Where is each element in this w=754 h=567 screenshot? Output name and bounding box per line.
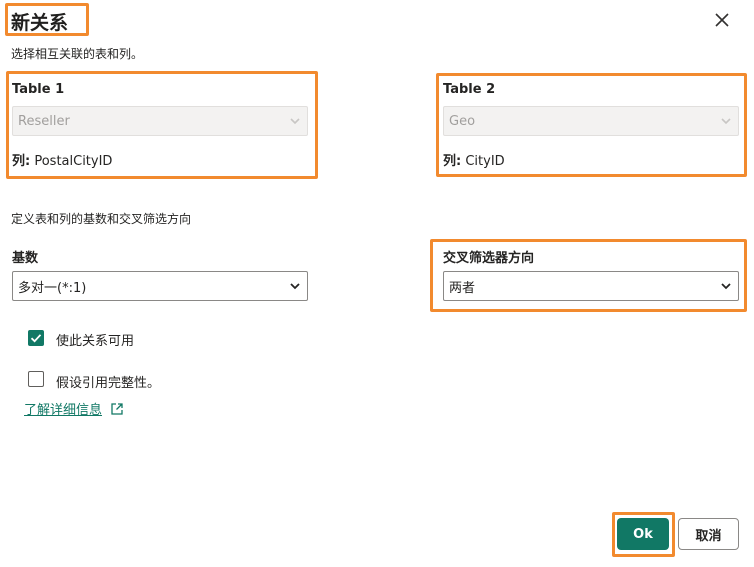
chevron-down-icon xyxy=(290,283,300,290)
table1-column-label: 列: xyxy=(12,154,31,169)
table1-selected-value: Reseller xyxy=(18,113,70,129)
crossfilter-selected-value: 两者 xyxy=(449,280,476,296)
ok-button[interactable]: Ok xyxy=(617,518,669,550)
table2-column: 列: CityID xyxy=(443,150,505,169)
cardinality-selected-value: 多对一(*:1) xyxy=(18,280,87,296)
table1-select[interactable]: Reseller xyxy=(12,106,308,136)
table2-column-label: 列: xyxy=(443,154,462,169)
section-description: 定义表和列的基数和交叉筛选方向 xyxy=(11,212,192,226)
cardinality-label: 基数 xyxy=(12,251,39,266)
crossfilter-label: 交叉筛选器方向 xyxy=(443,251,535,266)
chevron-down-icon xyxy=(721,118,731,125)
chevron-down-icon xyxy=(290,118,300,125)
activate-checkbox[interactable] xyxy=(28,330,44,346)
table1-heading: Table 1 xyxy=(12,82,65,97)
table2-selected-value: Geo xyxy=(449,113,476,129)
dialog-title: 新关系 xyxy=(11,12,69,34)
table1-column-value: PostalCityID xyxy=(34,154,113,169)
cancel-label: 取消 xyxy=(695,528,722,544)
table1-column: 列: PostalCityID xyxy=(12,150,112,169)
ok-label: Ok xyxy=(633,526,653,542)
table2-select[interactable]: Geo xyxy=(443,106,739,136)
activate-label[interactable]: 使此关系可用 xyxy=(56,330,134,349)
close-icon xyxy=(715,13,729,27)
close-button[interactable] xyxy=(710,8,734,32)
table2-column-value: CityID xyxy=(465,154,505,169)
chevron-down-icon xyxy=(721,283,731,290)
learn-more-label[interactable]: 了解详细信息 xyxy=(24,399,102,418)
integrity-checkbox[interactable] xyxy=(28,371,44,387)
cardinality-select[interactable]: 多对一(*:1) xyxy=(12,271,308,301)
cancel-button[interactable]: 取消 xyxy=(678,518,739,550)
table2-heading: Table 2 xyxy=(443,82,496,97)
learn-more-link[interactable]: 了解详细信息 xyxy=(24,399,124,418)
checkmark-icon xyxy=(30,334,42,343)
dialog-subtitle: 选择相互关联的表和列。 xyxy=(11,47,144,61)
integrity-label[interactable]: 假设引用完整性。 xyxy=(56,372,160,391)
external-link-icon xyxy=(111,402,123,415)
crossfilter-select[interactable]: 两者 xyxy=(443,271,739,301)
